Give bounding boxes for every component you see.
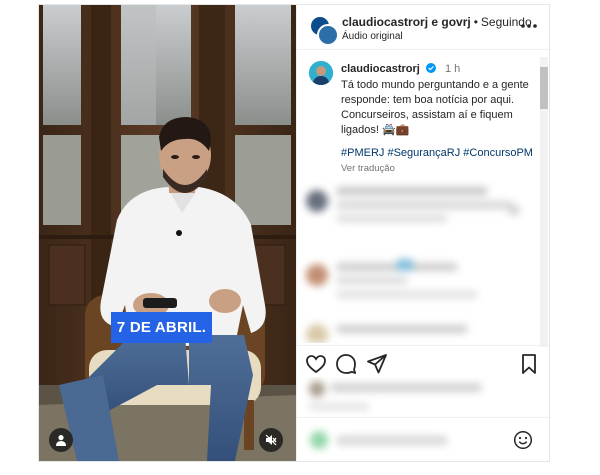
hashtags[interactable]: #PMERJ #SegurançaRJ #ConcursoPM bbox=[341, 147, 533, 159]
post-modal: 7 DE ABRIL. claudiocastrorj e govrj • Segu… bbox=[38, 4, 550, 462]
muted-speaker-icon bbox=[265, 434, 277, 446]
paper-plane-icon[interactable] bbox=[366, 353, 388, 375]
comments-list-blurred bbox=[297, 175, 537, 343]
verified-badge-icon bbox=[425, 63, 436, 73]
author-names[interactable]: claudiocastrorj e govrj bbox=[342, 15, 471, 29]
avatar bbox=[317, 24, 339, 46]
see-translation-link[interactable]: Ver tradução bbox=[341, 163, 395, 174]
video-caption: 7 DE ABRIL. bbox=[111, 312, 212, 343]
scrollbar[interactable] bbox=[540, 57, 548, 347]
caption-header: claudiocastrorj 1 h bbox=[341, 63, 460, 75]
post-header-title: claudiocastrorj e govrj • Seguindo bbox=[342, 15, 532, 29]
mute-button[interactable] bbox=[259, 428, 283, 452]
audio-link[interactable]: Áudio original bbox=[342, 31, 403, 42]
video-frame bbox=[39, 5, 296, 461]
heart-icon[interactable] bbox=[305, 353, 327, 375]
tag-user-button[interactable] bbox=[49, 428, 73, 452]
collab-avatars[interactable] bbox=[309, 15, 339, 46]
comment-bubble-icon[interactable] bbox=[335, 353, 357, 375]
separator: • bbox=[473, 15, 478, 29]
post-header: claudiocastrorj e govrj • Seguindo Áudio o… bbox=[297, 5, 549, 50]
scrollbar-thumb[interactable] bbox=[540, 67, 548, 109]
post-side-panel: claudiocastrorj e govrj • Seguindo Áudio o… bbox=[296, 5, 549, 461]
caption-text: Tá todo mundo perguntando e a gente resp… bbox=[341, 79, 529, 136]
post-time[interactable]: 1 h bbox=[445, 63, 460, 75]
profile-photo bbox=[309, 61, 333, 85]
likes-info-blurred bbox=[297, 377, 549, 417]
post-caption: claudiocastrorj 1 h Tá todo mundo pergun… bbox=[297, 49, 549, 174]
more-horizontal-icon[interactable] bbox=[519, 19, 539, 33]
blurred-likes bbox=[309, 381, 481, 410]
username[interactable]: claudiocastrorj bbox=[341, 63, 420, 75]
bookmark-icon[interactable] bbox=[518, 353, 540, 375]
blurred-comments bbox=[306, 187, 519, 343]
avatar[interactable] bbox=[309, 61, 333, 85]
post-actions bbox=[297, 345, 549, 380]
video-player[interactable]: 7 DE ABRIL. bbox=[39, 5, 296, 461]
user-icon bbox=[56, 435, 66, 446]
blurred-composer bbox=[310, 431, 447, 449]
comment-composer[interactable] bbox=[297, 417, 549, 461]
smiley-icon[interactable] bbox=[513, 430, 533, 450]
